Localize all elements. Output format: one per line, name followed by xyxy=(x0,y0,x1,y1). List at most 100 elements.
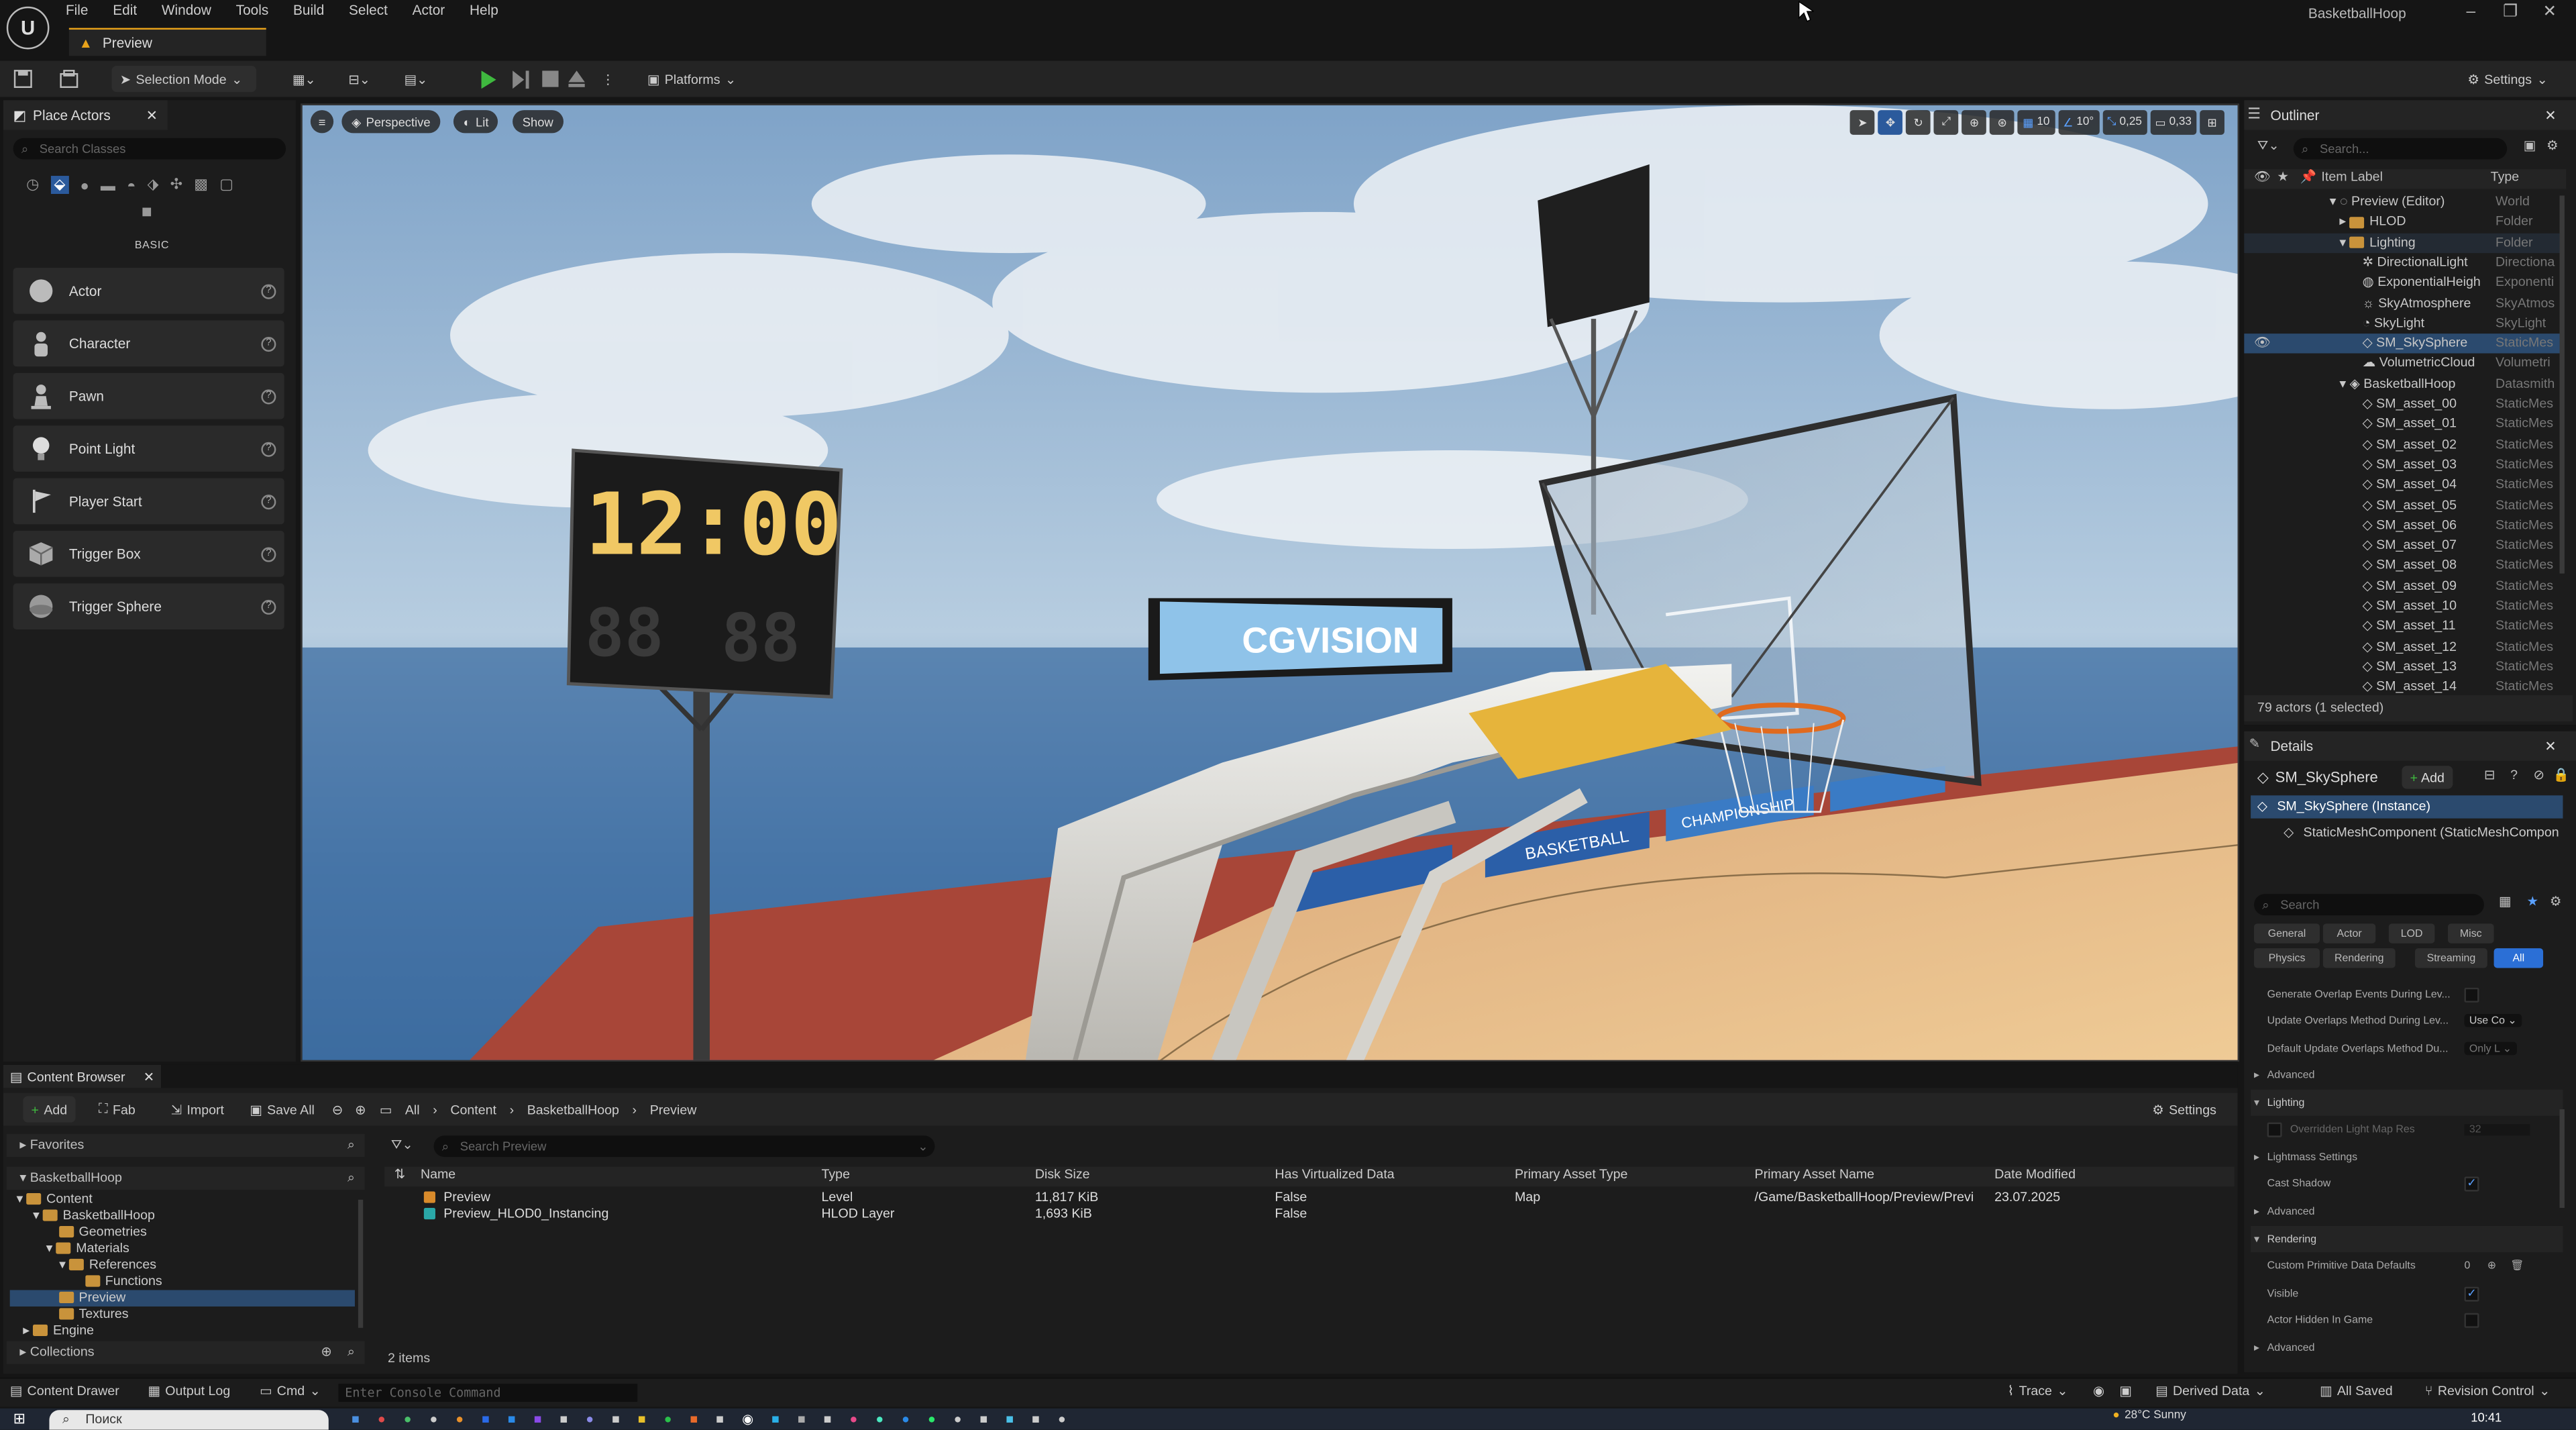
menu-window[interactable]: Window xyxy=(162,0,211,21)
save-icon[interactable] xyxy=(13,66,33,92)
outliner-row[interactable]: ◇ SM_asset_14 StaticMes xyxy=(2244,677,2563,694)
outliner-row[interactable]: ◇ SM_asset_11 StaticMes xyxy=(2244,617,2563,637)
app-icon[interactable]: ■ xyxy=(612,1412,620,1427)
filter-lod[interactable]: LOD xyxy=(2388,923,2435,943)
close-tab-icon[interactable]: ✕ xyxy=(144,1069,154,1084)
blueprint-icon[interactable]: ⊟ xyxy=(2484,768,2495,782)
app-icon[interactable]: ● xyxy=(954,1412,962,1427)
platforms-dropdown[interactable]: ▣ Platforms ⌄ xyxy=(647,66,736,92)
component-instance-row[interactable]: ◇ SM_SkySphere (Instance) xyxy=(2251,795,2563,819)
trash-icon[interactable]: 🗑 xyxy=(2510,1259,2524,1272)
fab-button[interactable]: ⛶ Fab xyxy=(99,1096,136,1122)
actor-item-trigger-box[interactable]: Trigger Box ? xyxy=(13,531,284,577)
app-icon[interactable]: ● xyxy=(404,1412,412,1427)
cast-shadow-checkbox[interactable]: ✓ xyxy=(2464,1176,2479,1191)
lights-icon[interactable]: ● xyxy=(80,176,89,193)
add-component-button[interactable]: + Add xyxy=(2402,766,2453,789)
overridden-lightmap-checkbox[interactable] xyxy=(2267,1121,2282,1137)
search-preview-input[interactable]: ⌕ Search Preview ⌄ xyxy=(433,1135,935,1158)
app-icon[interactable]: ■ xyxy=(352,1412,360,1427)
add-element-icon[interactable]: ⊕ xyxy=(2487,1259,2496,1272)
hidden-in-game-checkbox[interactable] xyxy=(2464,1312,2479,1327)
collections-header[interactable]: ▸ Collections ⊕ ⌕ xyxy=(6,1341,365,1364)
column-disk-size[interactable]: Disk Size xyxy=(1035,1167,1090,1182)
minimize-icon[interactable]: – xyxy=(2451,3,2491,21)
help-icon[interactable]: ? xyxy=(261,599,276,614)
details-search-input[interactable]: ⌕ Search xyxy=(2254,894,2484,916)
revision-control-dropdown[interactable]: ⑂ Revision Control ⌄ xyxy=(2425,1384,2551,1398)
menu-file[interactable]: File xyxy=(66,0,89,21)
column-name[interactable]: Name xyxy=(421,1167,455,1182)
outliner-row[interactable]: ◇ SM_asset_13 StaticMes xyxy=(2244,657,2563,677)
camera-speed-button[interactable]: ▭ 0,33 xyxy=(2150,110,2197,135)
select-mode-icon[interactable]: ➤ xyxy=(1850,110,1875,135)
outliner-row[interactable]: ☼ SkyAtmosphere SkyAtmos xyxy=(2244,293,2563,313)
translate-icon[interactable]: ✥ xyxy=(1878,110,1903,135)
app-icon[interactable]: ■ xyxy=(534,1412,542,1427)
details-scrollbar[interactable] xyxy=(2559,1109,2565,1209)
outliner-row[interactable]: ◇ SM_asset_01 StaticMes xyxy=(2244,415,2563,435)
asset-row[interactable]: Preview_HLOD0_Instancing HLOD Layer 1,69… xyxy=(384,1207,2235,1223)
viewport-scene[interactable]: BASKETBALL CHAMPIONSHIP 12:00 88 88 CGVI… xyxy=(302,105,2239,1062)
help-icon[interactable]: ? xyxy=(261,336,276,351)
show-button[interactable]: Show xyxy=(513,110,564,134)
forward-icon[interactable]: ⊕ xyxy=(355,1096,366,1122)
column-primary-asset-name[interactable]: Primary Asset Name xyxy=(1755,1167,1875,1182)
asset-row[interactable]: Preview Level 11,817 KiB False Map /Game… xyxy=(384,1190,2235,1206)
app-icon[interactable]: ■ xyxy=(798,1412,806,1427)
tree-folder-functions[interactable]: Functions xyxy=(85,1274,162,1290)
app-icon[interactable]: ● xyxy=(429,1412,437,1427)
play-icon[interactable] xyxy=(480,66,496,92)
section-rendering[interactable]: ▾ Rendering xyxy=(2251,1225,2563,1253)
component-row[interactable]: ◇ StaticMeshComponent (StaticMeshCompon xyxy=(2251,822,2563,845)
section-advanced[interactable]: ▸ Advanced xyxy=(2251,1062,2563,1088)
content-browser-tab[interactable]: ▤ Content Browser ✕ xyxy=(3,1064,162,1088)
add-folder-icon[interactable]: ▣ xyxy=(2524,138,2536,153)
app-icon[interactable]: ■ xyxy=(771,1412,780,1427)
grid-snap-button[interactable]: ▦ 10 xyxy=(2017,110,2055,135)
app-icon[interactable]: ■ xyxy=(508,1412,516,1427)
menu-edit[interactable]: Edit xyxy=(113,0,137,21)
help-icon[interactable]: ? xyxy=(261,546,276,562)
actor-name[interactable]: SM_SkySphere xyxy=(2275,769,2378,785)
close-window-icon[interactable]: ✕ xyxy=(2530,3,2569,21)
details-tab[interactable]: Details ✕ xyxy=(2244,731,2576,761)
actor-item-actor[interactable]: Actor ? xyxy=(13,268,284,314)
derived-data-dropdown[interactable]: ▤ Derived Data ⌄ xyxy=(2155,1384,2265,1398)
app-icon[interactable]: ● xyxy=(902,1412,910,1427)
scale-icon[interactable]: ⤢ xyxy=(1934,110,1959,135)
world-local-icon[interactable]: ⊕ xyxy=(1962,110,1987,135)
outliner-row[interactable]: ◇ SM_asset_08 StaticMes xyxy=(2244,556,2563,576)
filter-general[interactable]: General xyxy=(2254,923,2320,943)
outliner-row[interactable]: ◇ SM_asset_12 StaticMes xyxy=(2244,637,2563,657)
help-icon[interactable]: ? xyxy=(261,283,276,299)
column-date-modified[interactable]: Date Modified xyxy=(1994,1167,2076,1182)
scale-snap-button[interactable]: ⤡ 0,25 xyxy=(2102,110,2147,135)
breadcrumb-all[interactable]: All xyxy=(405,1102,420,1117)
record-icon[interactable]: ◉ xyxy=(2093,1384,2104,1398)
eye-icon[interactable]: 👁 xyxy=(2254,334,2271,354)
cinematic-icon[interactable]: ◓ xyxy=(127,176,136,193)
rotate-icon[interactable]: ↻ xyxy=(1906,110,1931,135)
all-classes-icon[interactable]: ▩ xyxy=(194,176,208,194)
outliner-row[interactable]: ◇ SM_asset_10 StaticMes xyxy=(2244,597,2563,617)
help-icon[interactable]: ? xyxy=(261,389,276,404)
outliner-scrollbar[interactable] xyxy=(2559,195,2565,574)
outliner-search-input[interactable]: ⌕ Search... xyxy=(2293,138,2508,160)
outliner-row[interactable]: ◇ SM_asset_04 StaticMes xyxy=(2244,475,2563,495)
taskbar-search[interactable]: ⌕ Поиск xyxy=(49,1410,329,1430)
app-icon[interactable]: ● xyxy=(664,1412,672,1427)
basic-category-icon[interactable]: ⬙ xyxy=(50,176,69,194)
outliner-row[interactable]: ☁ VolumetricCloud Volumetri xyxy=(2244,354,2563,374)
content-settings-button[interactable]: ⚙ Settings xyxy=(2152,1096,2216,1122)
app-icon[interactable]: ■ xyxy=(980,1412,988,1427)
outliner-row-world[interactable]: ▾ ◌ Preview (Editor) World xyxy=(2244,193,2563,213)
project-header[interactable]: ▾ BasketballHoop ⌕ xyxy=(6,1166,365,1190)
filter-dropdown-icon[interactable]: ⛛⌄ xyxy=(391,1137,413,1154)
stop-icon[interactable] xyxy=(542,66,559,92)
filter-actor[interactable]: Actor xyxy=(2322,923,2376,943)
app-icon[interactable]: ● xyxy=(378,1412,386,1427)
tree-folder-engine[interactable]: ▸ Engine xyxy=(23,1323,94,1339)
app-icon[interactable]: ■ xyxy=(638,1412,646,1427)
actor-item-trigger-sphere[interactable]: Trigger Sphere ? xyxy=(13,583,284,629)
